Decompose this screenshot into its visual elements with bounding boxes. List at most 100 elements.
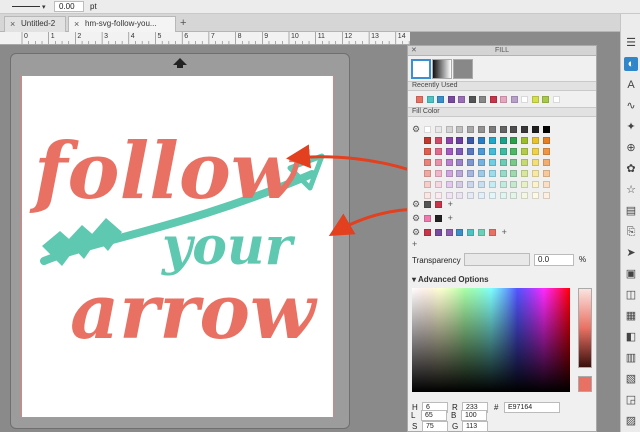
palette-color-swatch[interactable] <box>478 181 485 188</box>
palette-color-swatch[interactable] <box>456 126 464 133</box>
custom-color-swatch[interactable] <box>445 229 453 236</box>
recent-color-swatch[interactable] <box>489 96 497 103</box>
palette-color-swatch[interactable] <box>456 170 464 177</box>
palette-color-swatch[interactable] <box>467 159 475 166</box>
palette-color-swatch[interactable] <box>521 181 529 188</box>
palette-color-swatch[interactable] <box>499 181 507 188</box>
palette-color-swatch[interactable] <box>434 192 442 199</box>
settings-icon[interactable]: ▣ <box>624 267 638 281</box>
recent-color-swatch[interactable] <box>500 96 507 103</box>
palette-color-swatch[interactable] <box>434 159 442 166</box>
palette-color-swatch[interactable] <box>488 137 496 144</box>
fill-type-pattern[interactable] <box>453 59 473 79</box>
palette-color-swatch[interactable] <box>499 170 507 177</box>
saturation-input[interactable]: 75 <box>422 421 448 432</box>
recent-color-swatch[interactable] <box>447 96 455 103</box>
fill-type-solid[interactable] <box>411 59 431 79</box>
palette-color-swatch[interactable] <box>521 170 529 177</box>
palette-color-swatch[interactable] <box>467 148 475 155</box>
hex-input[interactable]: E97164 <box>504 402 560 413</box>
palette-color-swatch[interactable] <box>478 137 485 144</box>
palette-color-swatch[interactable] <box>521 192 529 199</box>
palette-color-swatch[interactable] <box>532 148 539 155</box>
palette-color-swatch[interactable] <box>510 181 518 188</box>
add-palette-row-icon[interactable]: + <box>412 239 417 249</box>
palette-color-swatch[interactable] <box>456 159 464 166</box>
path-icon[interactable]: ∿ <box>624 99 638 113</box>
palette-color-swatch[interactable] <box>445 159 453 166</box>
palette-color-swatch[interactable] <box>488 192 496 199</box>
green-input[interactable]: 113 <box>462 421 488 432</box>
fill-type-gradient[interactable] <box>432 59 452 79</box>
recent-color-swatch[interactable] <box>416 96 423 103</box>
palette-color-swatch[interactable] <box>424 181 431 188</box>
palette-color-swatch[interactable] <box>521 137 529 144</box>
send-icon[interactable]: ➤ <box>624 246 638 260</box>
palette-color-swatch[interactable] <box>445 181 453 188</box>
palette-color-swatch[interactable] <box>424 170 431 177</box>
palette-color-swatch[interactable] <box>521 126 529 133</box>
advanced-options-toggle[interactable]: ▾ Advanced Options <box>412 275 489 284</box>
palette-color-swatch[interactable] <box>467 137 475 144</box>
palette-color-swatch[interactable] <box>542 137 550 144</box>
palette-color-swatch[interactable] <box>499 126 507 133</box>
palette-color-swatch[interactable] <box>424 192 431 199</box>
palette-color-swatch[interactable] <box>510 159 518 166</box>
palette-color-swatch[interactable] <box>510 126 518 133</box>
palette-color-swatch[interactable] <box>510 137 518 144</box>
palette-color-swatch[interactable] <box>424 148 431 155</box>
row-settings-icon[interactable]: ⚙ <box>412 213 420 224</box>
palette-color-swatch[interactable] <box>532 192 539 199</box>
palette-color-swatch[interactable] <box>478 148 485 155</box>
palette-color-swatch[interactable] <box>542 181 550 188</box>
palette-color-swatch[interactable] <box>532 181 539 188</box>
palette-color-swatch[interactable] <box>434 126 442 133</box>
contrast-icon[interactable]: ◐ <box>624 57 638 71</box>
palette-color-swatch[interactable] <box>499 192 507 199</box>
custom-color-swatch[interactable] <box>456 229 464 236</box>
palette-color-swatch[interactable] <box>445 192 453 199</box>
row-settings-icon[interactable]: ⚙ <box>412 227 420 238</box>
custom-color-swatch[interactable] <box>424 215 431 222</box>
replicate-icon[interactable]: ⎘ <box>624 225 638 239</box>
layers-icon[interactable]: ▤ <box>624 204 638 218</box>
recent-color-swatch[interactable] <box>521 96 528 103</box>
recent-color-swatch[interactable] <box>510 96 518 103</box>
star-icon[interactable]: ▨ <box>624 414 638 428</box>
palette-color-swatch[interactable] <box>499 148 507 155</box>
recent-color-swatch[interactable] <box>531 96 539 103</box>
recent-color-swatch[interactable] <box>479 96 486 103</box>
custom-color-swatch[interactable] <box>434 229 442 236</box>
palette-color-swatch[interactable] <box>456 192 464 199</box>
palette-color-swatch[interactable] <box>478 159 485 166</box>
palette-color-swatch[interactable] <box>445 137 453 144</box>
palette-color-swatch[interactable] <box>445 126 453 133</box>
palette-color-swatch[interactable] <box>424 137 431 144</box>
color-picker-field[interactable] <box>412 288 570 392</box>
palette-color-swatch[interactable] <box>467 170 475 177</box>
custom-color-swatch[interactable] <box>424 201 431 208</box>
palette-color-swatch[interactable] <box>434 148 442 155</box>
magic-wand-icon[interactable]: ▥ <box>624 351 638 365</box>
settings-icon[interactable]: ☰ <box>624 36 638 50</box>
palette-color-swatch[interactable] <box>456 148 464 155</box>
palette-color-swatch[interactable] <box>542 126 550 133</box>
recent-color-swatch[interactable] <box>437 96 444 103</box>
shapes-icon[interactable]: ◲ <box>624 393 638 407</box>
palette-color-swatch[interactable] <box>499 159 507 166</box>
palette-color-swatch[interactable] <box>532 126 539 133</box>
star-icon[interactable]: ☆ <box>624 183 638 197</box>
text-icon[interactable]: ▦ <box>624 309 638 323</box>
palette-color-swatch[interactable] <box>456 181 464 188</box>
recent-color-swatch[interactable] <box>542 96 549 103</box>
palette-color-swatch[interactable] <box>542 170 550 177</box>
recent-color-swatch[interactable] <box>426 96 434 103</box>
palette-color-swatch[interactable] <box>478 126 485 133</box>
palette-color-swatch[interactable] <box>445 148 453 155</box>
palette-color-swatch[interactable] <box>434 181 442 188</box>
palette-color-swatch[interactable] <box>478 170 485 177</box>
path-icon[interactable]: ◧ <box>624 330 638 344</box>
palette-color-swatch[interactable] <box>488 148 496 155</box>
custom-color-swatch[interactable] <box>467 229 475 236</box>
palette-color-swatch[interactable] <box>510 170 518 177</box>
